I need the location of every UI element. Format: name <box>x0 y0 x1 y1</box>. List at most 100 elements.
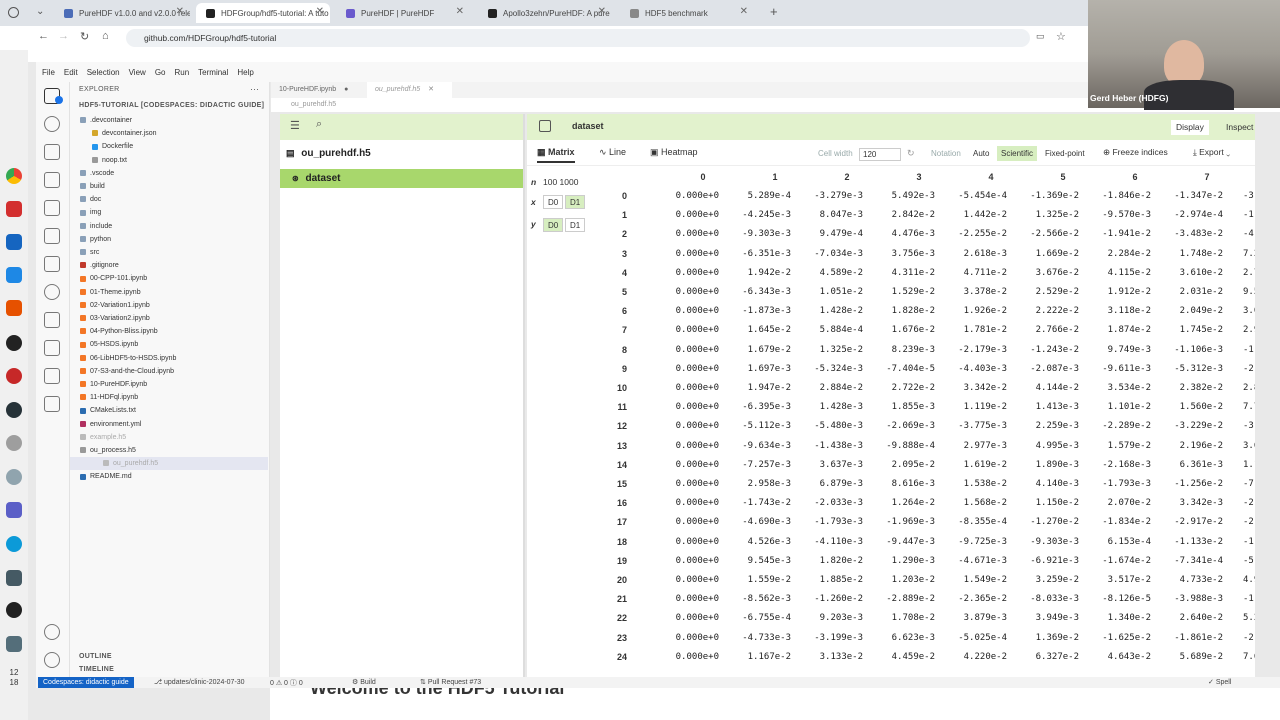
matrix-cell[interactable]: 2.095e-2 <box>865 460 935 470</box>
tab-notebook[interactable]: 10-PureHDF.ipynb ● <box>271 82 366 98</box>
edge-icon[interactable] <box>6 536 22 552</box>
info-icon[interactable] <box>6 602 22 618</box>
matrix-cell[interactable]: -6.351e-3 <box>721 249 791 259</box>
matrix-cell[interactable]: -4.690e-3 <box>721 517 791 527</box>
matrix-cell[interactable]: 4.589e-2 <box>793 268 863 278</box>
matrix-cell[interactable]: -9.888e-4 <box>865 441 935 451</box>
matrix-cell[interactable]: 0.000e+0 <box>649 191 719 201</box>
matrix-cell[interactable]: -7.404e-5 <box>865 364 935 374</box>
matrix-cell[interactable]: 1.119e-2 <box>937 402 1007 412</box>
close-tab-icon[interactable]: ✕ <box>428 86 434 93</box>
matrix-cell[interactable]: -9.570e-3 <box>1081 210 1151 220</box>
matrix-cell[interactable]: 3.676e-2 <box>1009 268 1079 278</box>
menu-item[interactable]: File <box>42 68 55 77</box>
explorer-item[interactable]: .vscode <box>80 167 114 180</box>
matrix-cell[interactable]: 1.874e-2 <box>1081 325 1151 335</box>
matrix-cell[interactable]: 6.361e-3 <box>1153 460 1223 470</box>
matrix-cell[interactable]: 0.000e+0 <box>649 383 719 393</box>
word-icon[interactable] <box>6 368 22 384</box>
matrix-cell[interactable]: 2.977e-3 <box>937 441 1007 451</box>
explorer-item[interactable]: 03-Variation2.ipynb <box>80 312 150 325</box>
matrix-cell[interactable]: 6.153e-4 <box>1081 537 1151 547</box>
matrix-cell[interactable]: 5.492e-3 <box>865 191 935 201</box>
menu-item[interactable]: Selection <box>87 68 120 77</box>
matrix-cell[interactable]: 2.766e-2 <box>1009 325 1079 335</box>
matrix-cell[interactable]: 2.070e-2 <box>1081 498 1151 508</box>
matrix-cell[interactable]: -9.725e-3 <box>937 537 1007 547</box>
matrix-cell[interactable]: -1.7 <box>1243 594 1255 604</box>
remote-indicator[interactable]: Codespaces: didactic guide <box>38 677 134 688</box>
browser-tab[interactable]: PureHDF | PureHDF ✕ <box>336 3 470 23</box>
run-debug-icon[interactable] <box>44 172 60 188</box>
explorer-item[interactable]: 04-Python-Bliss.ipynb <box>80 325 158 338</box>
docker-icon[interactable] <box>44 396 60 412</box>
matrix-cell[interactable]: -5.324e-3 <box>793 364 863 374</box>
matrix-cell[interactable]: 2.284e-2 <box>1081 249 1151 259</box>
matrix-cell[interactable]: -5.480e-3 <box>793 421 863 431</box>
reload-icon[interactable]: ↻ <box>80 30 89 43</box>
matrix-cell[interactable]: -7.1 <box>1243 479 1255 489</box>
matrix-cell[interactable]: 3.342e-2 <box>937 383 1007 393</box>
matrix-cell[interactable]: -4.403e-3 <box>937 364 1007 374</box>
matrix-cell[interactable]: 3.63 <box>1243 441 1255 451</box>
explorer-item[interactable]: devcontainer.json <box>92 127 156 140</box>
matrix-cell[interactable]: 3.133e-2 <box>793 652 863 662</box>
menu-item[interactable]: Go <box>155 68 166 77</box>
matrix-cell[interactable]: 2.83 <box>1243 383 1255 393</box>
power-icon[interactable] <box>6 435 22 451</box>
matrix-cell[interactable]: 4.733e-2 <box>1153 575 1223 585</box>
matrix-cell[interactable]: 0.000e+0 <box>649 364 719 374</box>
matrix-cell[interactable]: -1.846e-2 <box>1081 191 1151 201</box>
bookmark-star-icon[interactable]: ☆ <box>1056 30 1066 43</box>
matrix-cell[interactable]: -3.988e-3 <box>1153 594 1223 604</box>
matrix-cell[interactable]: 1.529e-2 <box>865 287 935 297</box>
matrix-cell[interactable]: 2.031e-2 <box>1153 287 1223 297</box>
matrix-cell[interactable]: 1.947e-2 <box>721 383 791 393</box>
matrix-cell[interactable]: 5.289e-4 <box>721 191 791 201</box>
matrix-cell[interactable]: -9.447e-3 <box>865 537 935 547</box>
dataset-node[interactable]: ⊛ dataset <box>280 169 523 188</box>
problems-status[interactable]: 0 ⚠ 0 ⓘ 0 <box>270 678 303 688</box>
matrix-cell[interactable]: 0.000e+0 <box>649 345 719 355</box>
menu-item[interactable]: View <box>129 68 146 77</box>
matrix-cell[interactable]: 3.517e-2 <box>1081 575 1151 585</box>
matrix-cell[interactable]: 2.640e-2 <box>1153 613 1223 623</box>
sidebar-toggle-icon[interactable] <box>539 120 551 132</box>
matrix-cell[interactable]: -3.199e-3 <box>793 633 863 643</box>
matrix-cell[interactable]: 1.669e-2 <box>1009 249 1079 259</box>
matrix-cell[interactable]: -2.087e-3 <box>1009 364 1079 374</box>
search-icon[interactable] <box>44 116 60 132</box>
matrix-cell[interactable]: -3.483e-2 <box>1153 229 1223 239</box>
explorer-item[interactable]: noop.txt <box>92 154 127 167</box>
chrome-icon[interactable] <box>6 168 22 184</box>
matrix-cell[interactable]: 1.325e-2 <box>1009 210 1079 220</box>
matrix-cell[interactable]: 0.000e+0 <box>649 517 719 527</box>
matrix-cell[interactable]: 9.479e-4 <box>793 229 863 239</box>
matrix-cell[interactable]: 1.619e-2 <box>937 460 1007 470</box>
matrix-cell[interactable]: 9.203e-3 <box>793 613 863 623</box>
explorer-item[interactable]: python <box>80 233 111 246</box>
notation-auto[interactable]: Auto <box>969 146 993 161</box>
browser-tab[interactable]: Apollo3zehn/PureHDF: A pure ✕ <box>478 3 612 23</box>
matrix-cell[interactable]: -5.025e-4 <box>937 633 1007 643</box>
matrix-cell[interactable]: 0.000e+0 <box>649 460 719 470</box>
matrix-cell[interactable]: 1.890e-3 <box>1009 460 1079 470</box>
explorer-item[interactable]: ou_purehdf.h5 <box>70 457 268 471</box>
matrix-cell[interactable]: -1.793e-3 <box>793 517 863 527</box>
explorer-item[interactable]: example.h5 <box>80 431 126 444</box>
y-d1-button[interactable]: D1 <box>565 218 586 232</box>
matrix-cell[interactable]: -8.355e-4 <box>937 517 1007 527</box>
matrix-cell[interactable]: 7.68 <box>1243 652 1255 662</box>
matrix-cell[interactable]: -1.941e-2 <box>1081 229 1151 239</box>
matrix-cell[interactable]: 3.342e-3 <box>1153 498 1223 508</box>
matrix-cell[interactable]: 7.24 <box>1243 249 1255 259</box>
matrix-cell[interactable]: 0.000e+0 <box>649 498 719 508</box>
matrix-cell[interactable]: -1.743e-2 <box>721 498 791 508</box>
matrix-cell[interactable]: 4.476e-3 <box>865 229 935 239</box>
matrix-cell[interactable]: 4.115e-2 <box>1081 268 1151 278</box>
explorer-item[interactable]: 02-Variation1.ipynb <box>80 299 150 312</box>
matrix-cell[interactable]: -2.069e-3 <box>865 421 935 431</box>
matrix-cell[interactable]: -5.312e-3 <box>1153 364 1223 374</box>
forward-icon[interactable]: → <box>58 30 69 42</box>
matrix-cell[interactable]: -7.341e-4 <box>1153 556 1223 566</box>
